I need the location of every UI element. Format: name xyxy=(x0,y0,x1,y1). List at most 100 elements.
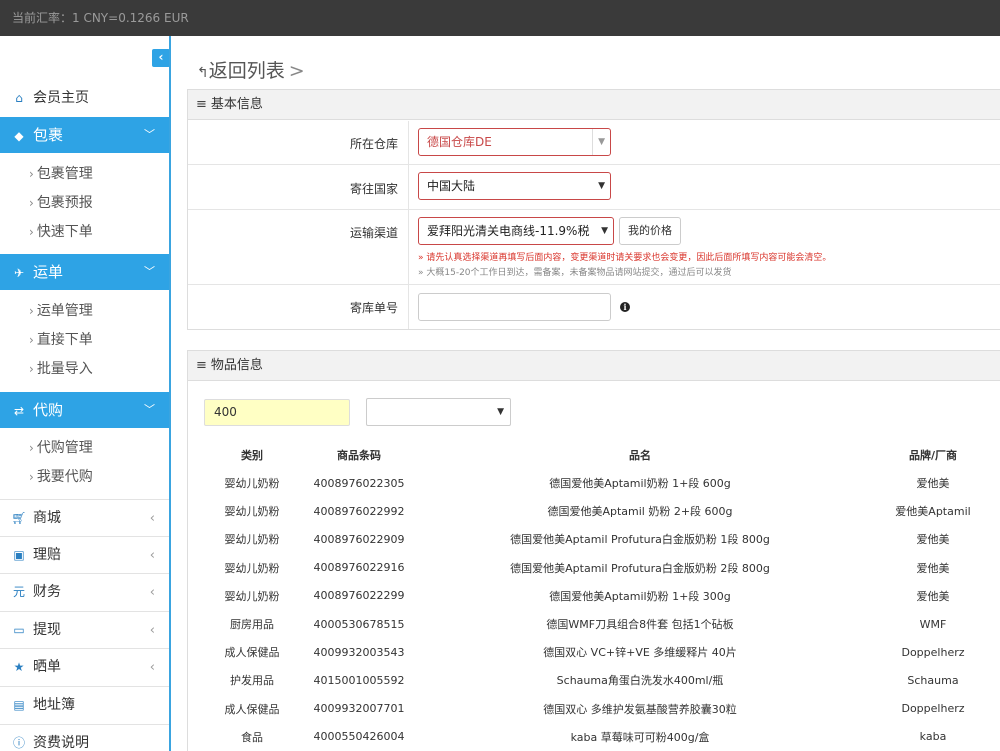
cell-product-name: 德国爱他美Aptamil 奶粉 2+段 600g xyxy=(547,505,733,519)
sidebar-item-direct-order[interactable]: › 直接下单 xyxy=(0,326,169,355)
my-price-button[interactable]: 我的价格 xyxy=(619,217,681,245)
sidebar-item-showcase[interactable]: ★ 晒单 ‹ xyxy=(0,648,169,685)
sidebar-section-label: 运单 xyxy=(33,263,64,281)
channel-label: 运输渠道 xyxy=(349,226,398,240)
cell-barcode: 4008976022305 xyxy=(313,476,405,490)
sidebar-item-purchase-manage[interactable]: › 代购管理 xyxy=(0,434,169,463)
sidebar-item-label: 财务 xyxy=(33,584,61,600)
sidebar-item-label: 商城 xyxy=(33,510,61,526)
table-row[interactable]: 婴幼儿奶粉 4008976022992 德国爱他美Aptamil 奶粉 2+段 60… xyxy=(204,497,1000,525)
cell-category: 护发用品 xyxy=(230,674,274,688)
goods-info-header: ≡ 物品信息 xyxy=(188,351,1000,381)
tracking-label: 寄库单号 xyxy=(349,301,398,315)
main-content: ↰返回列表 > ≡ 基本信息 所在仓库 德国仓库DE ▼ 寄往国家 中国大陆 ▼ 运输渠… xyxy=(173,36,1000,751)
sidebar-item-batch-import[interactable]: › 批量导入 xyxy=(0,355,169,384)
country-select[interactable]: 中国大陆 ▼ xyxy=(418,172,611,200)
sidebar-item-finance[interactable]: 元财务 ‹ xyxy=(0,573,169,610)
table-row[interactable]: 成人保健品 4009932003543 德国双心 VC+锌+VE 多维缓释片 40片… xyxy=(204,638,1000,666)
chevron-down-icon: ﹀ xyxy=(144,265,155,278)
channel-warning-note: » 请先认真选择渠道再填写后面内容，变更渠道时请关要求也会变更，因此后面所填写内… xyxy=(418,253,832,263)
sidebar-section-label: 包裹 xyxy=(33,126,64,144)
sidebar-item-label: 提现 xyxy=(33,622,61,638)
sidebar-item-mall[interactable]: 🛒︎ 商城 ‹ xyxy=(0,499,169,536)
sidebar-item-label: 代购管理 xyxy=(36,440,93,456)
channel-delivery-note: » 大概15-20个工作日到达，需备案，未备案物品请网站提交，通过后可以发货 xyxy=(418,268,732,278)
money-icon: ▣ xyxy=(13,548,25,562)
exchange-icon: ⇄ xyxy=(13,404,25,418)
sidebar-section-package[interactable]: ◆ 包裹 ﹀ xyxy=(0,117,169,153)
cell-category: 食品 xyxy=(241,730,263,744)
sidebar-item-request-purchase[interactable]: › 我要代购 xyxy=(0,463,169,492)
barcode-search-input[interactable]: 400 xyxy=(204,399,350,426)
sidebar-item-withdraw[interactable]: ▭ 提现 ‹ xyxy=(0,611,169,648)
basic-info-panel: ≡ 基本信息 所在仓库 德国仓库DE ▼ 寄往国家 中国大陆 ▼ 运输渠道 爱拜阳光清… xyxy=(187,89,1000,330)
table-row[interactable]: 婴幼儿奶粉 4008976022299 德国爱他美Aptamil奶粉 1+段 300… xyxy=(204,582,1000,610)
channel-row: 运输渠道 爱拜阳光清关电商线-11.9%税 ▼ 我的价格 » 请先认真选择渠道再填… xyxy=(188,210,1000,285)
cell-brand: 爱他美 xyxy=(916,561,950,575)
sidebar-item-claims[interactable]: ▣ 理赔 ‹ xyxy=(0,536,169,573)
sidebar-item-label: 地址簿 xyxy=(33,697,75,713)
cell-category: 婴幼儿奶粉 xyxy=(224,533,280,547)
table-header-row: 类别 商品条码 品名 品牌/厂商 xyxy=(204,441,1000,469)
sidebar-item-package-manage[interactable]: › 包裹管理 xyxy=(0,160,169,189)
dropbox-icon: ◆ xyxy=(14,129,24,143)
sidebar-item-label: 快速下单 xyxy=(36,224,93,240)
tracking-number-input[interactable] xyxy=(418,293,611,321)
sidebar-item-address-book[interactable]: ▤ 地址簿 xyxy=(0,686,169,723)
sidebar-item-label: 包裹预报 xyxy=(36,195,93,211)
cell-category: 成人保健品 xyxy=(224,702,280,716)
cell-brand: Schauma xyxy=(907,673,959,687)
cell-barcode: 4000550426004 xyxy=(313,730,405,744)
info-circle-icon[interactable]: i xyxy=(620,302,630,312)
address-card-icon: ▤ xyxy=(13,698,25,712)
yuan-icon: 元 xyxy=(12,585,25,599)
chevron-left-icon: ‹ xyxy=(149,623,155,638)
sidebar-section-waybill[interactable]: ✈ 运单 ﹀ xyxy=(0,254,169,290)
table-row[interactable]: 成人保健品 4009932007701 德国双心 多维护发氨基酸营养胶囊30粒 Dop… xyxy=(204,695,1000,723)
sidebar-item-quick-order[interactable]: › 快速下单 xyxy=(0,218,169,247)
country-row: 寄往国家 中国大陆 ▼ xyxy=(188,165,1000,210)
cell-product-name: Schauma角蛋白洗发水400ml/瓶 xyxy=(556,674,724,688)
goods-table: 类别 商品条码 品名 品牌/厂商 婴幼儿奶粉 4008976022305 德国爱他美… xyxy=(204,441,1000,751)
chevron-right-icon: › xyxy=(29,441,34,455)
cell-category: 婴幼儿奶粉 xyxy=(224,505,280,519)
cell-barcode: 4009932003543 xyxy=(313,645,405,659)
cell-category: 婴幼儿奶粉 xyxy=(224,561,280,575)
table-row[interactable]: 婴幼儿奶粉 4008976022909 德国爱他美Aptamil Profutura… xyxy=(204,525,1000,553)
chevron-left-icon: ‹ xyxy=(149,585,155,600)
column-header-barcode: 商品条码 xyxy=(337,449,381,462)
caret-down-icon: ▼ xyxy=(592,129,605,155)
sidebar-item-fee-info[interactable]: ⓘ 资费说明 xyxy=(0,724,169,751)
chevron-right-icon: › xyxy=(29,225,34,239)
column-header-product-name: 品名 xyxy=(629,449,651,462)
back-label: 返回列表 xyxy=(208,60,285,82)
caret-down-icon: ▼ xyxy=(598,181,605,191)
chevron-right-icon: › xyxy=(29,167,34,181)
sidebar-collapse-button[interactable]: ‹ xyxy=(152,49,169,67)
bars-icon: ≡ xyxy=(196,97,207,112)
cell-brand: Doppelherz xyxy=(901,702,965,716)
channel-select[interactable]: 爱拜阳光清关电商线-11.9%税 ▼ xyxy=(418,217,614,245)
sidebar-item-waybill-manage[interactable]: › 运单管理 xyxy=(0,297,169,326)
table-row[interactable]: 婴幼儿奶粉 4008976022305 德国爱他美Aptamil奶粉 1+段 600… xyxy=(204,469,1000,497)
cell-category: 厨房用品 xyxy=(230,618,274,632)
sidebar-item-label: 资费说明 xyxy=(33,735,89,751)
table-row[interactable]: 厨房用品 4000530678515 德国WMF刀具组合8件套 包括1个砧板 WMF xyxy=(204,610,1000,638)
caret-down-icon: ▼ xyxy=(497,407,504,417)
sidebar-item-package-forecast[interactable]: › 包裹预报 xyxy=(0,189,169,218)
cell-category: 婴幼儿奶粉 xyxy=(224,477,280,491)
category-select[interactable]: ▼ xyxy=(366,398,511,426)
cell-barcode: 4008976022916 xyxy=(313,561,405,575)
sidebar-section-purchase[interactable]: ⇄ 代购 ﹀ xyxy=(0,392,169,428)
cell-barcode: 4008976022909 xyxy=(313,532,405,546)
field-divider xyxy=(408,285,409,329)
table-row[interactable]: 婴幼儿奶粉 4008976022916 德国爱他美Aptamil Profutura… xyxy=(204,554,1000,582)
table-row[interactable]: 护发用品 4015001005592 Schauma角蛋白洗发水400ml/瓶 Sch… xyxy=(204,666,1000,694)
sidebar-item-home[interactable]: ⌂ 会员主页 xyxy=(0,80,169,116)
back-to-list-link[interactable]: ↰返回列表 > xyxy=(197,56,305,83)
cell-product-name: 德国爱他美Aptamil Profutura白金版奶粉 1段 800g xyxy=(510,533,770,547)
cell-product-name: 德国爱他美Aptamil奶粉 1+段 300g xyxy=(549,589,731,603)
warehouse-select[interactable]: 德国仓库DE ▼ xyxy=(418,128,611,156)
country-value: 中国大陆 xyxy=(427,179,476,193)
table-row[interactable]: 食品 4000550426004 kaba 草莓味可可粉400g/盒 kaba xyxy=(204,723,1000,751)
